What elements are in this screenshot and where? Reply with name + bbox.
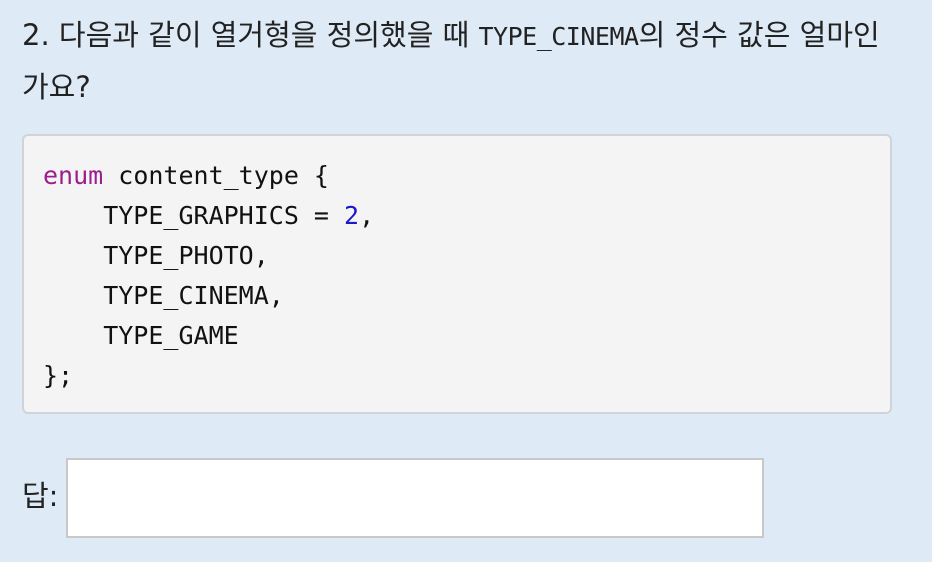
answer-label: 답: bbox=[22, 479, 59, 513]
code-keyword-enum: enum bbox=[43, 161, 104, 190]
code-block: enum content_type { TYPE_GRAPHICS = 2, T… bbox=[22, 134, 892, 414]
code-line-5: TYPE_GAME bbox=[43, 321, 239, 350]
code-line-2-value: 2 bbox=[344, 201, 360, 230]
question-text: 2. 다음과 같이 열거형을 정의했을 때 TYPE_CINEMA의 정수 값은… bbox=[22, 10, 902, 112]
code-line-2-tail: , bbox=[359, 201, 375, 230]
code-line-4: TYPE_CINEMA, bbox=[43, 281, 284, 310]
code-line-3: TYPE_PHOTO, bbox=[43, 241, 269, 270]
code-line-1: content_type { bbox=[103, 161, 329, 190]
code-line-6: }; bbox=[43, 361, 74, 390]
code-line-2-name: TYPE_GRAPHICS = bbox=[43, 201, 345, 230]
code-listing: enum content_type { TYPE_GRAPHICS = 2, T… bbox=[43, 156, 374, 396]
question-prefix: 2. 다음과 같이 열거형을 정의했을 때 bbox=[22, 18, 479, 52]
answer-input[interactable] bbox=[66, 458, 764, 538]
question-inline-code: TYPE_CINEMA bbox=[478, 22, 640, 51]
